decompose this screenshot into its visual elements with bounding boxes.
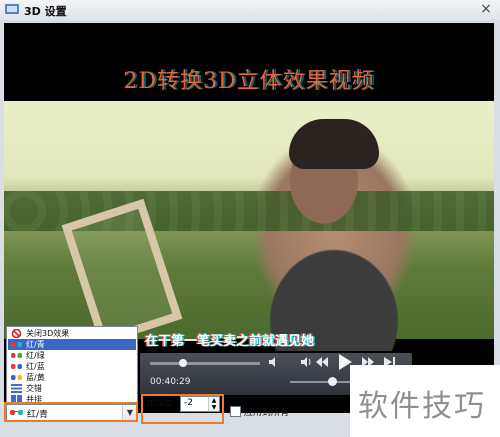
- scene-person-hair: [289, 119, 379, 169]
- watermark-overlay: 软件技巧: [350, 365, 500, 437]
- speaker-icon[interactable]: [268, 357, 280, 367]
- seek-bar[interactable]: [150, 359, 260, 367]
- red-green-glasses-icon: [11, 353, 22, 358]
- mode-option-label: 交错: [26, 384, 42, 393]
- apply-all-checkbox[interactable]: [230, 406, 241, 417]
- highlight-depth: [141, 394, 224, 424]
- close-button[interactable]: ×: [478, 1, 494, 17]
- video-title-banner: 2D转换3D立体效果视频: [123, 69, 375, 94]
- mode-option[interactable]: 红/绿: [8, 350, 136, 361]
- rewind-icon[interactable]: [316, 357, 328, 367]
- mode-option[interactable]: 蓝/黄: [8, 372, 136, 383]
- watermark-text: 软件技巧: [358, 389, 486, 424]
- mode-option[interactable]: 关闭3D效果: [8, 328, 136, 339]
- mode-option[interactable]: 交错: [8, 383, 136, 394]
- mode-dropdown-list[interactable]: 关闭3D效果 红/青 红/绿 红/蓝 蓝/黄 交错 并排: [6, 326, 138, 406]
- video-frame-image: [4, 101, 494, 351]
- highlight-mode-select: [4, 402, 138, 422]
- apply-all-label: 应用到所有: [244, 408, 290, 418]
- mode-option-label: 蓝/黄: [26, 373, 45, 382]
- mode-option-label: 红/绿: [26, 351, 45, 360]
- seek-handle[interactable]: [179, 359, 187, 367]
- mode-option-label: 关闭3D效果: [26, 329, 70, 338]
- red-blue-glasses-icon: [11, 364, 22, 369]
- no-entry-icon: [11, 329, 22, 338]
- title-bar: 3D 设置 ×: [0, 0, 500, 21]
- mode-option[interactable]: 红/蓝: [8, 361, 136, 372]
- app-icon: [5, 4, 19, 14]
- red-cyan-glasses-icon: [11, 342, 22, 347]
- volume-icon[interactable]: [300, 357, 312, 367]
- mode-option-label: 红/蓝: [26, 362, 45, 371]
- mode-option-label: 红/青: [26, 340, 45, 349]
- window-title: 3D 设置: [24, 5, 67, 18]
- playback-time: 00:40:29: [150, 377, 191, 387]
- video-subtitle: 在干第一笔买卖之前就遇见她: [145, 334, 315, 349]
- volume-handle[interactable]: [328, 377, 337, 386]
- interlaced-icon: [11, 384, 22, 393]
- blue-yellow-glasses-icon: [11, 375, 22, 380]
- mode-option[interactable]: 红/青: [8, 339, 136, 350]
